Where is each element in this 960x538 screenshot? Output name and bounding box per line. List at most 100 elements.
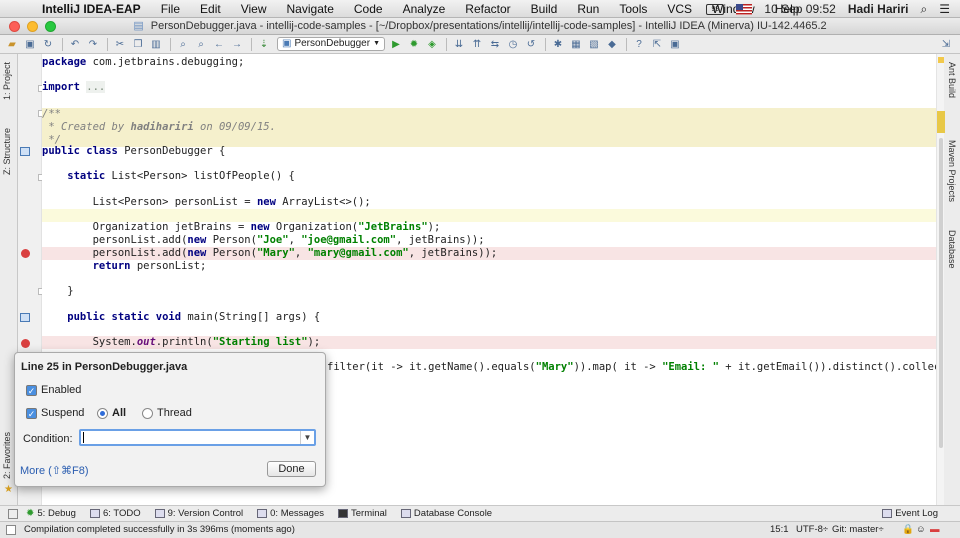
caret-position[interactable]: 15:1 [770, 522, 789, 538]
breakpoint-icon[interactable] [21, 339, 30, 348]
suspend-checkbox[interactable]: ✓ Suspend [26, 407, 84, 419]
paste-icon[interactable]: ▥ [148, 37, 164, 51]
synchronize-icon[interactable]: ↻ [40, 37, 56, 51]
replace-icon[interactable]: ⌕ [193, 37, 209, 51]
run-gutter-icon[interactable] [20, 313, 30, 322]
plugin-icon[interactable]: ▣ [667, 37, 683, 51]
error-stripe-mark[interactable] [937, 111, 945, 133]
tool-tab-database-console[interactable]: Database Console [400, 508, 492, 519]
make-project-icon[interactable]: ⇣ [256, 37, 272, 51]
open-folder-icon[interactable]: ▰ [4, 37, 20, 51]
tab-database[interactable]: Database [947, 230, 957, 269]
menu-build[interactable]: Build [531, 2, 558, 16]
vcs-history-icon[interactable]: ◷ [505, 37, 521, 51]
run-gutter-icon[interactable] [20, 147, 30, 156]
tool-tab-event-log[interactable]: Event Log [882, 508, 938, 519]
vcs-revert-icon[interactable]: ↺ [523, 37, 539, 51]
vcs-update-icon[interactable]: ⇊ [451, 37, 467, 51]
lock-icon[interactable]: 🔒 [902, 522, 914, 538]
menu-code[interactable]: Code [354, 2, 383, 16]
minimize-window-button[interactable] [27, 21, 38, 32]
suspend-all-radio[interactable]: All [97, 407, 126, 419]
status-message[interactable]: Compilation completed successfully in 3s… [24, 522, 295, 538]
file-encoding[interactable]: UTF-8÷ [796, 522, 828, 538]
tab-maven-projects[interactable]: Maven Projects [947, 140, 957, 202]
back-icon[interactable]: ← [211, 37, 227, 51]
copy-icon[interactable]: ❐ [130, 37, 146, 51]
apple-icon[interactable] [14, 2, 28, 16]
settings-icon[interactable]: ✱ [550, 37, 566, 51]
help-icon[interactable]: ? [631, 37, 647, 51]
code-token: , jetBrains)); [408, 247, 498, 259]
menu-view[interactable]: View [241, 2, 267, 16]
toolbar-separator [170, 37, 171, 51]
tool-tab-version-control[interactable]: 9: Version Control [154, 508, 243, 519]
vcs-commit-icon[interactable]: ⇈ [469, 37, 485, 51]
tool-tab-terminal[interactable]: Terminal [338, 508, 387, 519]
done-button[interactable]: Done [267, 461, 316, 477]
folded-imports[interactable]: ... [86, 81, 106, 93]
maximize-editor-icon[interactable]: ⇲ [938, 37, 954, 51]
error-indicator-icon[interactable]: ▬ [930, 522, 940, 538]
git-branch[interactable]: Git: master÷ [832, 522, 884, 538]
menu-analyze[interactable]: Analyze [403, 2, 446, 16]
cut-icon[interactable]: ✂ [112, 37, 128, 51]
thread-label: Thread [157, 407, 192, 419]
menu-refactor[interactable]: Refactor [465, 2, 510, 16]
favorites-star-icon: ★ [4, 484, 13, 495]
input-source-flag-icon[interactable] [736, 3, 753, 15]
menu-edit[interactable]: Edit [200, 2, 221, 16]
right-tool-strip: Ant Build Maven Projects Database [943, 54, 960, 505]
debug-icon[interactable]: ✹ [406, 37, 422, 51]
tab-structure[interactable]: Z: Structure [2, 128, 12, 175]
zoom-window-button[interactable] [45, 21, 56, 32]
tool-tab-debug[interactable]: ✹ 5: Debug [26, 508, 76, 519]
run-configuration-select[interactable]: ▣ PersonDebugger ▼ [277, 37, 385, 51]
jump-to-source-icon[interactable]: ⇱ [649, 37, 665, 51]
menu-tools[interactable]: Tools [619, 2, 647, 16]
tool-window-toggle-icon[interactable] [8, 508, 18, 519]
error-stripe[interactable] [936, 54, 945, 505]
more-link[interactable]: More (⇧⌘F8) [20, 464, 89, 477]
close-window-button[interactable] [9, 21, 20, 32]
run-icon[interactable]: ▶ [388, 37, 404, 51]
menu-navigate[interactable]: Navigate [287, 2, 334, 16]
spotlight-icon[interactable]: ⌕ [921, 2, 928, 17]
battery-icon[interactable]: 99 [706, 3, 725, 15]
notification-center-icon[interactable]: ☰ [939, 2, 950, 16]
run-with-coverage-icon[interactable]: ◈ [424, 37, 440, 51]
warning-status-icon[interactable] [938, 57, 944, 63]
editor-scrollbar[interactable] [939, 138, 943, 448]
sdk-icon[interactable]: ▧ [586, 37, 602, 51]
inspector-icon[interactable]: ☺ [916, 522, 926, 538]
project-structure-icon[interactable]: ▦ [568, 37, 584, 51]
app-menu[interactable]: IntelliJ IDEA-EAP [42, 2, 141, 16]
suspend-thread-radio[interactable]: Thread [142, 407, 192, 419]
condition-history-dropdown[interactable]: ▼ [300, 431, 314, 444]
tab-project[interactable]: 1: Project [2, 62, 12, 100]
breakpoint-icon[interactable] [21, 249, 30, 258]
menubar-clock[interactable]: 10 Sep 09:52 [764, 2, 835, 16]
menu-vcs[interactable]: VCS [667, 2, 692, 16]
tab-ant-build[interactable]: Ant Build [947, 62, 957, 98]
save-all-icon[interactable]: ▣ [22, 37, 38, 51]
android-icon[interactable]: ◆ [604, 37, 620, 51]
undo-icon[interactable]: ↶ [67, 37, 83, 51]
status-toggle-icon[interactable] [6, 525, 16, 535]
forward-icon[interactable]: → [229, 37, 245, 51]
enabled-checkbox[interactable]: ✓ Enabled [26, 384, 81, 396]
menu-bar: IntelliJ IDEA-EAP File Edit View Navigat… [0, 0, 960, 18]
code-token: * Created by [42, 121, 131, 133]
tool-tab-messages[interactable]: 0: Messages [257, 508, 324, 519]
tab-favorites[interactable]: 2: Favorites [2, 432, 12, 479]
find-icon[interactable]: ⌕ [175, 37, 191, 51]
code-line: /** [42, 108, 936, 121]
tool-tab-todo[interactable]: 6: TODO [89, 508, 141, 519]
menu-run[interactable]: Run [577, 2, 599, 16]
menubar-user[interactable]: Hadi Hariri [848, 2, 909, 16]
menu-file[interactable]: File [161, 2, 180, 16]
vcs-compare-icon[interactable]: ⇆ [487, 37, 503, 51]
condition-input[interactable]: ▼ [79, 429, 316, 446]
redo-icon[interactable]: ↷ [85, 37, 101, 51]
event-log-icon [882, 509, 893, 518]
